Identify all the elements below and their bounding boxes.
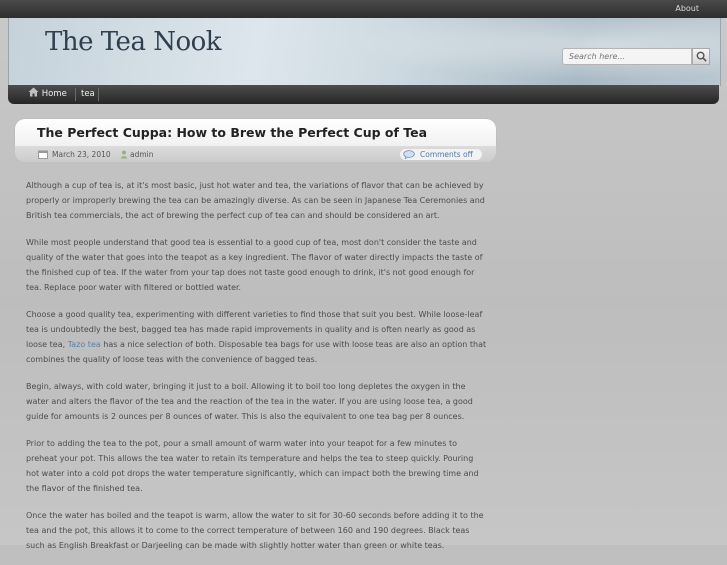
top-bar: About <box>0 0 727 18</box>
user-icon <box>120 150 128 159</box>
nav-item-home[interactable]: Home <box>28 85 67 104</box>
post-paragraph: Prior to adding the tea to the pot, pour… <box>26 439 479 493</box>
nav-divider <box>75 88 76 101</box>
tazo-tea-link[interactable]: Tazo tea <box>68 340 101 349</box>
post-paragraph: Choose a good quality tea, experimenting… <box>26 307 488 367</box>
nav-divider <box>98 88 99 101</box>
calendar-icon <box>38 150 48 159</box>
comments-label: Comments off <box>420 150 473 159</box>
home-icon <box>28 87 39 97</box>
comment-icon <box>403 150 415 159</box>
post-date: March 23, 2010 <box>52 150 111 159</box>
comments-badge[interactable]: Comments off <box>400 149 482 160</box>
search-button[interactable] <box>692 48 710 65</box>
post-paragraph: Begin, always, with cold water, bringing… <box>26 382 473 421</box>
post-content: Although a cup of tea is, at it's most b… <box>26 178 488 565</box>
main-nav: Home tea <box>8 85 719 104</box>
nav-item-tea[interactable]: tea <box>81 85 95 104</box>
post-title[interactable]: The Perfect Cuppa: How to Brew the Perfe… <box>37 125 427 140</box>
post-author[interactable]: admin <box>130 150 154 159</box>
nav-item-label: Home <box>41 89 67 99</box>
site-title[interactable]: The Tea Nook <box>45 27 222 57</box>
post-meta: March 23, 2010 admin Comments off <box>15 146 496 162</box>
post-paragraph: Although a cup of tea is, at it's most b… <box>26 181 485 220</box>
post-paragraph: Once the water has boiled and the teapot… <box>26 511 484 550</box>
post-header: The Perfect Cuppa: How to Brew the Perfe… <box>15 119 496 146</box>
search-icon <box>696 51 707 62</box>
about-link[interactable]: About <box>675 4 699 13</box>
search-input[interactable] <box>562 48 692 65</box>
post-paragraph: While most people understand that good t… <box>26 238 483 292</box>
